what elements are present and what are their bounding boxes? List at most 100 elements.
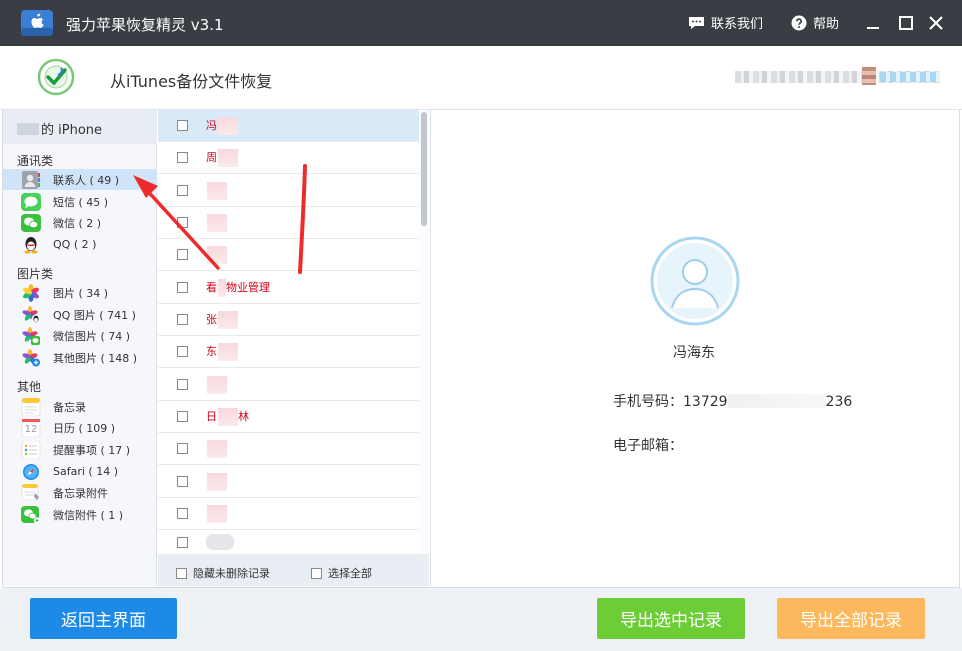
minimize-icon[interactable] <box>862 12 884 34</box>
back-to-main-button[interactable]: 返回主界面 <box>30 598 177 639</box>
contact-row[interactable] <box>158 466 419 498</box>
row-checkbox[interactable] <box>177 152 188 163</box>
sidebar-item-calendar[interactable]: 12 日历 ( 109 ) <box>3 417 157 438</box>
notes-attachment-icon <box>21 483 41 502</box>
sidebar-item-notes[interactable]: 备忘录 <box>3 396 157 417</box>
contact-row[interactable] <box>158 530 419 554</box>
contact-list[interactable]: 冯 周 看物业管理 张 东 日林 隐藏未删除记录 选择全部 <box>158 110 429 586</box>
contact-us-button[interactable]: 联系我们 <box>688 13 763 32</box>
contact-row[interactable] <box>158 207 419 239</box>
itunes-recovery-icon <box>37 58 75 96</box>
redacted-name <box>207 439 227 458</box>
other-photos-icon <box>21 348 41 367</box>
avatar-placeholder-icon <box>650 236 740 326</box>
sidebar-item-wechat[interactable]: 微信 ( 2 ) <box>3 212 157 233</box>
redacted-name <box>207 375 227 394</box>
sidebar-item-safari[interactable]: Safari ( 14 ) <box>3 461 157 482</box>
sidebar-item-qq[interactable]: QQ ( 2 ) <box>3 234 157 255</box>
sidebar-item-label: 图片 ( 34 ) <box>53 286 109 300</box>
sidebar-item-photos[interactable]: 图片 ( 34 ) <box>3 282 157 303</box>
messages-icon <box>21 192 41 211</box>
maximize-icon[interactable] <box>895 12 917 34</box>
contacts-icon <box>21 170 41 189</box>
svg-text:12: 12 <box>25 424 38 435</box>
photos-icon <box>21 283 41 302</box>
page-title: 从iTunes备份文件恢复 <box>110 72 273 91</box>
help-icon <box>791 15 807 30</box>
sidebar-item-contacts[interactable]: 联系人 ( 49 ) <box>3 169 157 190</box>
contact-row[interactable]: 看物业管理 <box>158 272 419 304</box>
row-checkbox[interactable] <box>177 476 188 487</box>
redacted-name <box>218 342 238 361</box>
sidebar-item-other-photos[interactable]: 其他图片 ( 148 ) <box>3 347 157 368</box>
sidebar-item-messages[interactable]: 短信 ( 45 ) <box>3 191 157 212</box>
redacted-name <box>207 472 227 491</box>
sidebar-item-notes-attachments[interactable]: 备忘录附件 <box>3 482 157 503</box>
hide-undeleted-toggle[interactable]: 隐藏未删除记录 <box>176 565 270 581</box>
contact-row[interactable] <box>158 239 419 271</box>
help-button[interactable]: 帮助 <box>791 13 839 32</box>
wechat-icon <box>21 213 41 232</box>
sidebar-item-qq-photos[interactable]: QQ 图片 ( 741 ) <box>3 304 157 325</box>
list-footer: 隐藏未删除记录 选择全部 <box>158 554 429 586</box>
row-checkbox[interactable] <box>177 185 188 196</box>
sidebar-item-label: 微信图片 ( 74 ) <box>53 329 131 343</box>
row-checkbox[interactable] <box>177 443 188 454</box>
row-checkbox[interactable] <box>177 314 188 325</box>
redacted-name <box>207 181 227 200</box>
sidebar-item-label: 微信 ( 2 ) <box>53 216 102 230</box>
row-checkbox[interactable] <box>177 120 188 131</box>
redacted-name <box>218 310 238 329</box>
sidebar-item-reminders[interactable]: 提醒事项 ( 17 ) <box>3 439 157 460</box>
contact-us-label: 联系我们 <box>711 17 764 32</box>
category-pictures: 图片类 <box>17 267 54 281</box>
contact-name: 冯海东 <box>673 345 715 361</box>
contact-row[interactable]: 张 <box>158 304 419 336</box>
contact-detail: 冯海东 手机号码：13729 236 电子邮箱： <box>430 110 959 586</box>
wechat-attachment-icon <box>21 505 41 524</box>
row-checkbox[interactable] <box>177 282 188 293</box>
wechat-photos-icon <box>21 326 41 345</box>
export-selected-button[interactable]: 导出选中记录 <box>597 598 745 639</box>
reminders-icon <box>21 440 41 459</box>
contact-row[interactable]: 日林 <box>158 401 419 433</box>
row-checkbox[interactable] <box>177 536 188 548</box>
redacted-name <box>218 116 238 135</box>
contact-row[interactable]: 冯 <box>158 110 419 142</box>
contact-row[interactable] <box>158 498 419 530</box>
contact-email: 电子邮箱： <box>613 438 683 454</box>
close-icon[interactable] <box>925 12 947 34</box>
list-scrollbar-thumb[interactable] <box>421 112 427 226</box>
hide-undeleted-label: 隐藏未删除记录 <box>193 567 270 580</box>
redacted-name <box>207 504 227 523</box>
hide-undeleted-checkbox[interactable] <box>176 567 187 579</box>
sidebar-item-wechat-attachments[interactable]: 微信附件 ( 1 ) <box>3 504 157 525</box>
redacted-name <box>207 245 227 264</box>
row-checkbox[interactable] <box>177 508 188 519</box>
app-logo-icon <box>21 10 53 36</box>
row-checkbox[interactable] <box>177 249 188 260</box>
contact-row[interactable] <box>158 369 419 401</box>
contact-row[interactable]: 周 <box>158 142 419 174</box>
sidebar-item-label: 备忘录 <box>53 400 86 414</box>
contact-row[interactable] <box>158 433 419 465</box>
category-other: 其他 <box>17 380 42 394</box>
row-checkbox[interactable] <box>177 379 188 390</box>
action-bar: 返回主界面 导出选中记录 导出全部记录 <box>0 588 962 651</box>
redacted-name <box>218 407 238 426</box>
row-checkbox[interactable] <box>177 346 188 357</box>
app-title: 强力苹果恢复精灵 v3.1 <box>66 16 224 34</box>
sidebar-item-wechat-photos[interactable]: 微信图片 ( 74 ) <box>3 325 157 346</box>
sidebar-item-label: 其他图片 ( 148 ) <box>53 351 138 365</box>
contact-row[interactable]: 东 <box>158 336 419 368</box>
select-all-toggle[interactable]: 选择全部 <box>311 565 372 581</box>
calendar-icon: 12 <box>21 418 41 437</box>
redacted-account-link[interactable] <box>880 72 940 82</box>
select-all-checkbox[interactable] <box>311 567 322 579</box>
redacted-name <box>206 534 234 550</box>
row-checkbox[interactable] <box>177 217 188 228</box>
row-checkbox[interactable] <box>177 411 188 422</box>
contact-row[interactable] <box>158 175 419 207</box>
export-all-button[interactable]: 导出全部记录 <box>777 598 925 639</box>
redacted-name <box>218 278 226 297</box>
